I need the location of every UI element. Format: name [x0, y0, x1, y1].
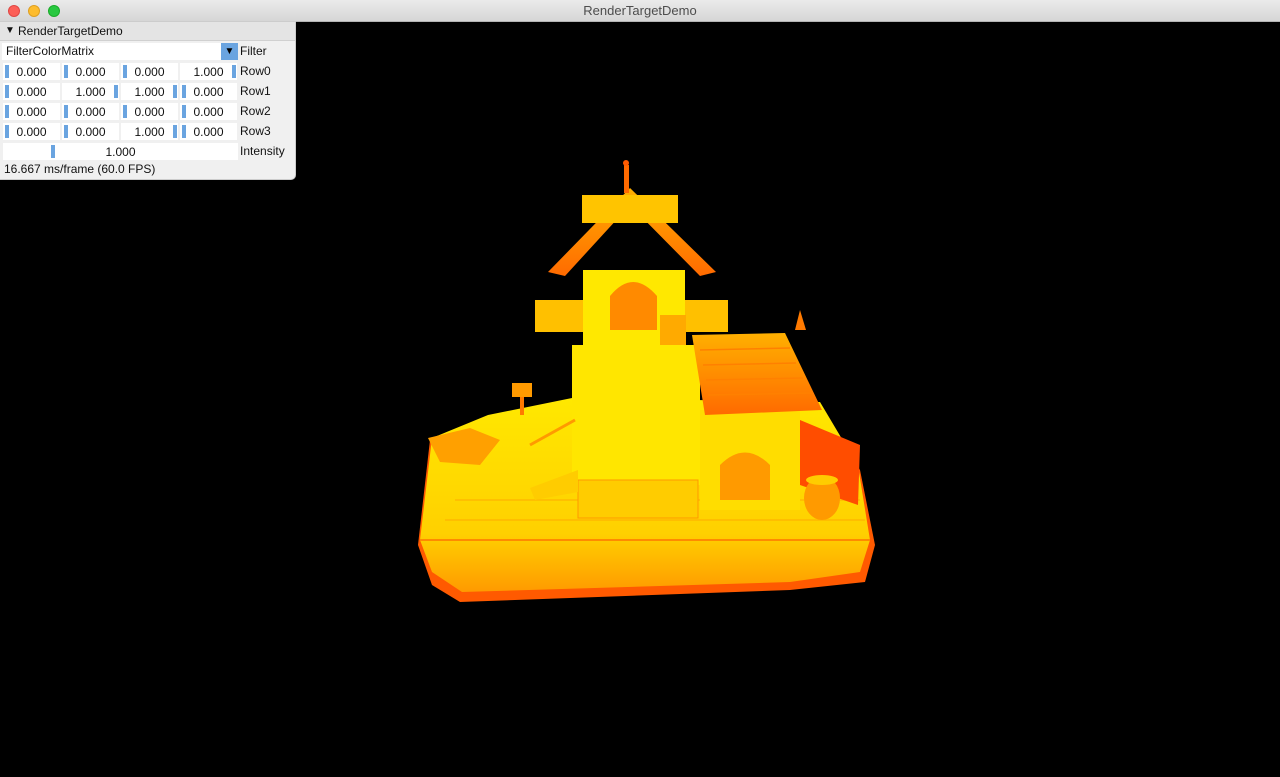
- debug-panel: ▼ RenderTargetDemo FilterColorMatrix ▼ F…: [0, 22, 295, 179]
- row1-slider-3[interactable]: 0.000: [180, 83, 237, 100]
- row3-slider-1[interactable]: 0.000: [62, 123, 119, 140]
- stone-wall: [577, 479, 699, 519]
- roof-finial: [624, 165, 629, 193]
- row0-slider-2[interactable]: 0.000: [121, 63, 178, 80]
- triangle-down-icon[interactable]: ▼: [5, 25, 15, 36]
- filter-combo[interactable]: FilterColorMatrix ▼: [2, 43, 238, 60]
- frame-time-status: 16.667 ms/frame (60.0 FPS): [4, 162, 156, 176]
- row0-label: Row0: [240, 64, 271, 78]
- row2-slider-1[interactable]: 0.000: [62, 103, 119, 120]
- row1: 0.000 1.000 1.000 0.000 Row1: [0, 82, 295, 101]
- app-window: RenderTargetDemo ▼ RenderTargetDemo Filt…: [0, 0, 1280, 777]
- intensity-row: 1.000 Intensity: [0, 142, 295, 161]
- row0: 0.000 0.000 0.000 1.000 Row0: [0, 62, 295, 81]
- sign: [512, 383, 532, 397]
- row3-label: Row3: [240, 124, 271, 138]
- filter-label: Filter: [240, 44, 267, 58]
- intensity-slider[interactable]: 1.000: [3, 143, 238, 160]
- row2: 0.000 0.000 0.000 0.000 Row2: [0, 102, 295, 121]
- row1-slider-1[interactable]: 1.000: [62, 83, 119, 100]
- row0-slider-3[interactable]: 1.000: [180, 63, 237, 80]
- row3-slider-3[interactable]: 0.000: [180, 123, 237, 140]
- row2-slider-3[interactable]: 0.000: [180, 103, 237, 120]
- row1-slider-0[interactable]: 0.000: [3, 83, 60, 100]
- roof-top: [582, 195, 678, 223]
- row1-slider-2[interactable]: 1.000: [121, 83, 178, 100]
- panel-header[interactable]: ▼ RenderTargetDemo: [0, 22, 295, 41]
- chevron-down-icon[interactable]: ▼: [221, 43, 238, 60]
- sign-post: [520, 397, 524, 415]
- row3-slider-0[interactable]: 0.000: [3, 123, 60, 140]
- intensity-label: Intensity: [240, 144, 285, 158]
- panel-title: RenderTargetDemo: [18, 24, 123, 38]
- row2-slider-2[interactable]: 0.000: [121, 103, 178, 120]
- filter-combo-value: FilterColorMatrix: [6, 44, 95, 58]
- annex-roof: [692, 333, 822, 415]
- annex-door: [720, 452, 770, 500]
- upper-window: [610, 282, 657, 330]
- row0-slider-1[interactable]: 0.000: [62, 63, 119, 80]
- row3-slider-2[interactable]: 1.000: [121, 123, 178, 140]
- row2-slider-0[interactable]: 0.000: [3, 103, 60, 120]
- window-title: RenderTargetDemo: [583, 3, 697, 18]
- roof-spire: [795, 310, 806, 330]
- title-bar[interactable]: RenderTargetDemo: [0, 0, 1280, 22]
- row3: 0.000 0.000 1.000 0.000 Row3: [0, 122, 295, 141]
- row1-label: Row1: [240, 84, 271, 98]
- tower-base: [572, 345, 700, 485]
- filter-row: FilterColorMatrix ▼ Filter: [0, 42, 295, 61]
- chimney-block: [660, 315, 686, 345]
- row0-slider-0[interactable]: 0.000: [3, 63, 60, 80]
- row2-label: Row2: [240, 104, 271, 118]
